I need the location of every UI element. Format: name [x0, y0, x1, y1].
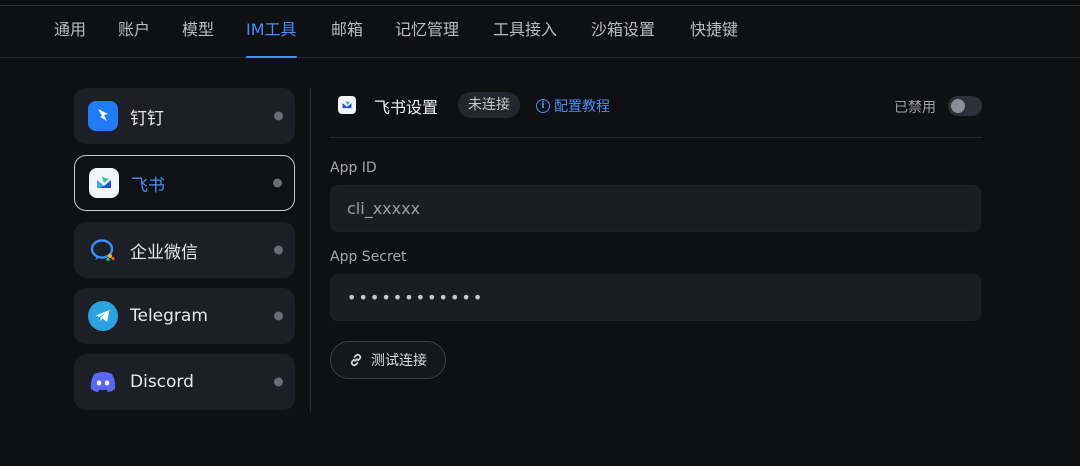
sidebar-item-feishu[interactable]: 飞书 [74, 155, 295, 211]
status-badge: 未连接 [458, 92, 520, 118]
discord-icon [88, 367, 118, 397]
app-secret-label: App Secret [330, 249, 407, 265]
status-dot [274, 111, 283, 121]
app-id-label: App ID [330, 160, 377, 176]
status-dot [274, 377, 283, 387]
sidebar-item-wecom[interactable]: 企业微信 [74, 222, 295, 278]
sidebar-item-label: Discord [130, 372, 194, 392]
toggle-knob [951, 99, 965, 113]
dingtalk-icon [88, 101, 118, 131]
status-dot [273, 178, 282, 188]
panel-header: 飞书设置 未连接 i 配置教程 已禁用 [330, 88, 982, 138]
sidebar-item-label: Telegram [130, 306, 208, 326]
telegram-icon [88, 301, 118, 331]
test-connection-label: 测试连接 [371, 353, 427, 369]
tab-email[interactable]: 邮箱 [331, 6, 363, 58]
tutorial-label: 配置教程 [554, 99, 610, 115]
tab-im-tools[interactable]: IM工具 [246, 6, 297, 58]
page-title: 飞书设置 [374, 98, 439, 117]
link-icon [349, 353, 363, 367]
test-connection-button[interactable]: 测试连接 [330, 341, 446, 379]
tab-memory[interactable]: 记忆管理 [395, 6, 459, 58]
tab-sandbox[interactable]: 沙箱设置 [591, 6, 655, 58]
sidebar-item-discord[interactable]: Discord [74, 354, 295, 410]
tab-account[interactable]: 账户 [118, 6, 150, 58]
tab-model[interactable]: 模型 [182, 6, 214, 58]
sidebar-item-dingtalk[interactable]: 钉钉 [74, 88, 295, 144]
sidebar-item-telegram[interactable]: Telegram [74, 288, 295, 344]
enable-state-label: 已禁用 [894, 100, 936, 116]
app-secret-input[interactable] [330, 274, 981, 321]
status-dot [274, 245, 283, 255]
status-dot [274, 311, 283, 321]
settings-tab-bar: 通用 账户 模型 IM工具 邮箱 记忆管理 工具接入 沙箱设置 快捷键 [0, 6, 1080, 58]
tab-tool-integration[interactable]: 工具接入 [493, 6, 557, 58]
tab-shortcuts[interactable]: 快捷键 [690, 6, 738, 58]
tab-general[interactable]: 通用 [54, 6, 86, 58]
sidebar-item-label: 飞书 [131, 175, 165, 196]
enable-toggle[interactable] [948, 96, 982, 116]
app-id-input[interactable] [330, 185, 981, 232]
wecom-icon [88, 235, 118, 265]
config-tutorial-link[interactable]: i 配置教程 [536, 96, 610, 116]
sidebar-item-label: 钉钉 [130, 108, 164, 129]
feishu-icon [338, 96, 356, 114]
panel-divider [310, 88, 311, 412]
info-icon: i [536, 99, 550, 113]
sidebar-item-label: 企业微信 [130, 242, 198, 263]
feishu-icon [89, 168, 119, 198]
